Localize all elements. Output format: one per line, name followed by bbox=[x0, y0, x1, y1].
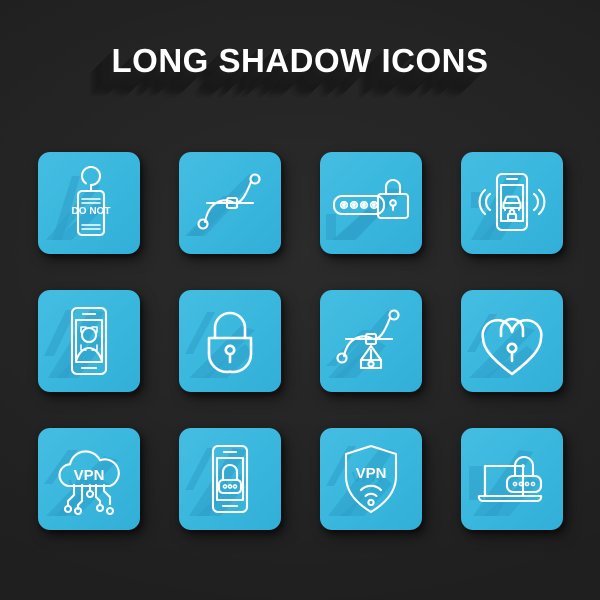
icon-tile-face-recognition-phone[interactable] bbox=[38, 290, 140, 392]
icon-tile-vpn-shield-wifi[interactable]: VPN VPN bbox=[320, 428, 422, 530]
heart-padlock-icon bbox=[467, 314, 543, 378]
vpn-cloud-network-icon: VPN VPN bbox=[44, 450, 120, 516]
icon-tile-bezier-curve[interactable] bbox=[179, 152, 281, 254]
icon-tile-password-protection[interactable] bbox=[320, 152, 422, 254]
bezier-curve-icon bbox=[185, 173, 261, 236]
door-hanger-text-line1: DO NOT bbox=[72, 206, 111, 217]
mobile-password-lock-icon bbox=[185, 444, 249, 516]
icon-tile-mobile-password-lock[interactable] bbox=[179, 428, 281, 530]
do-not-disturb-door-hanger-icon: DO NOT bbox=[46, 165, 111, 240]
icon-grid: DO NOT VPN VPN VPN VPN bbox=[38, 152, 564, 536]
icon-tile-do-not-disturb-door-hanger[interactable]: DO NOT bbox=[38, 152, 140, 254]
padlock-closed-icon bbox=[185, 311, 255, 378]
vpn-cloud-text: VPN bbox=[74, 467, 105, 484]
vpn-shield-text: VPN bbox=[356, 465, 387, 482]
pen-tool-bezier-icon bbox=[326, 309, 400, 378]
page-title: LONG SHADOW ICONS bbox=[111, 42, 489, 79]
icon-tile-smart-car-key-phone[interactable] bbox=[461, 152, 563, 254]
icon-set-canvas: LONG SHADOW ICONS DO NOT VPN VPN VPN VPN bbox=[0, 0, 600, 600]
icon-tile-heart-padlock[interactable] bbox=[461, 290, 563, 392]
laptop-password-lock-icon bbox=[469, 450, 543, 516]
title-area: LONG SHADOW ICONS bbox=[0, 44, 600, 77]
icon-tile-vpn-cloud-network[interactable]: VPN VPN bbox=[38, 428, 140, 530]
vpn-shield-wifi-icon: VPN VPN bbox=[326, 444, 398, 516]
icon-tile-pen-tool-bezier[interactable] bbox=[320, 290, 422, 392]
password-protection-icon bbox=[326, 178, 410, 240]
smart-car-key-phone-icon bbox=[471, 172, 546, 240]
icon-tile-laptop-password-lock[interactable] bbox=[461, 428, 563, 530]
icon-tile-padlock-closed[interactable] bbox=[179, 290, 281, 392]
face-recognition-phone-icon bbox=[44, 306, 108, 378]
